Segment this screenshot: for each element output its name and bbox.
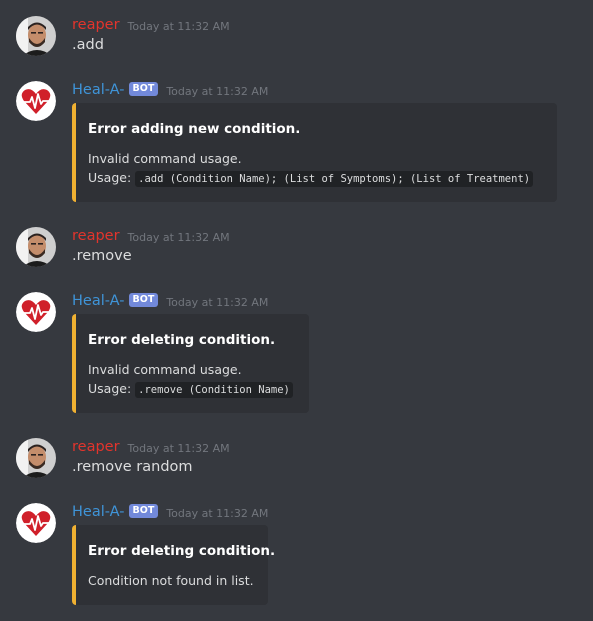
user-avatar[interactable] bbox=[16, 227, 56, 267]
embed-usage-line: Usage: .add (Condition Name); (List of S… bbox=[88, 170, 534, 187]
timestamp: Today at 11:32 AM bbox=[166, 84, 269, 98]
username[interactable]: reaper bbox=[72, 439, 120, 455]
embed-description: Invalid command usage. bbox=[88, 151, 242, 166]
username[interactable]: Heal-A- bbox=[72, 82, 125, 98]
message-text: .add bbox=[72, 37, 104, 53]
bot-avatar[interactable] bbox=[16, 81, 56, 121]
message-bot: Heal-A- BOT Today at 11:32 AM Error addi… bbox=[0, 81, 593, 203]
embed-description: Condition not found in list. bbox=[88, 573, 254, 588]
message-header: reaper Today at 11:32 AM bbox=[72, 16, 230, 34]
bot-badge: BOT bbox=[128, 504, 159, 518]
heart-pulse-icon bbox=[16, 292, 56, 332]
inline-code: .remove (Condition Name) bbox=[135, 382, 293, 398]
timestamp: Today at 11:32 AM bbox=[166, 295, 269, 309]
username[interactable]: reaper bbox=[72, 17, 120, 33]
username[interactable]: Heal-A- bbox=[72, 293, 125, 309]
message-text: .remove random bbox=[72, 459, 193, 475]
bot-avatar[interactable] bbox=[16, 292, 56, 332]
user-photo-icon bbox=[16, 438, 56, 478]
heart-pulse-icon bbox=[16, 503, 56, 543]
embed-title: Error deleting condition. bbox=[88, 332, 276, 348]
message-header: Heal-A- BOT Today at 11:32 AM bbox=[72, 81, 268, 99]
embed-usage-line: Usage: .remove (Condition Name) bbox=[88, 381, 293, 398]
timestamp: Today at 11:32 AM bbox=[127, 230, 230, 244]
username[interactable]: reaper bbox=[72, 228, 120, 244]
timestamp: Today at 11:32 AM bbox=[127, 19, 230, 33]
user-photo-icon bbox=[16, 227, 56, 267]
timestamp: Today at 11:32 AM bbox=[166, 506, 269, 520]
message-user: reaper Today at 11:32 AM .remove random bbox=[0, 438, 593, 478]
bot-badge: BOT bbox=[128, 82, 159, 96]
user-avatar[interactable] bbox=[16, 438, 56, 478]
usage-label: Usage: bbox=[88, 170, 132, 185]
user-photo-icon bbox=[16, 16, 56, 56]
embed-description: Invalid command usage. bbox=[88, 362, 242, 377]
message-header: Heal-A- BOT Today at 11:32 AM bbox=[72, 292, 268, 310]
usage-label: Usage: bbox=[88, 381, 132, 396]
message-user: reaper Today at 11:32 AM .add bbox=[0, 16, 593, 56]
embed: Error deleting condition. Condition not … bbox=[72, 525, 275, 605]
message-header: Heal-A- BOT Today at 11:32 AM bbox=[72, 503, 268, 521]
bot-badge: BOT bbox=[128, 293, 159, 307]
message-header: reaper Today at 11:32 AM bbox=[72, 438, 230, 456]
user-avatar[interactable] bbox=[16, 16, 56, 56]
username[interactable]: Heal-A- bbox=[72, 504, 125, 520]
message-text: .remove bbox=[72, 248, 132, 264]
heart-pulse-icon bbox=[16, 81, 56, 121]
message-bot: Heal-A- BOT Today at 11:32 AM Error dele… bbox=[0, 503, 593, 605]
message-header: reaper Today at 11:32 AM bbox=[72, 227, 230, 245]
bot-avatar[interactable] bbox=[16, 503, 56, 543]
timestamp: Today at 11:32 AM bbox=[127, 441, 230, 455]
embed-title: Error deleting condition. bbox=[88, 543, 276, 559]
message-bot: Heal-A- BOT Today at 11:32 AM Error dele… bbox=[0, 292, 593, 414]
embed-title: Error adding new condition. bbox=[88, 121, 301, 137]
inline-code: .add (Condition Name); (List of Symptoms… bbox=[135, 171, 534, 187]
message-user: reaper Today at 11:32 AM .remove bbox=[0, 227, 593, 267]
embed: Error deleting condition. Invalid comman… bbox=[72, 314, 309, 413]
embed: Error adding new condition. Invalid comm… bbox=[72, 103, 557, 202]
